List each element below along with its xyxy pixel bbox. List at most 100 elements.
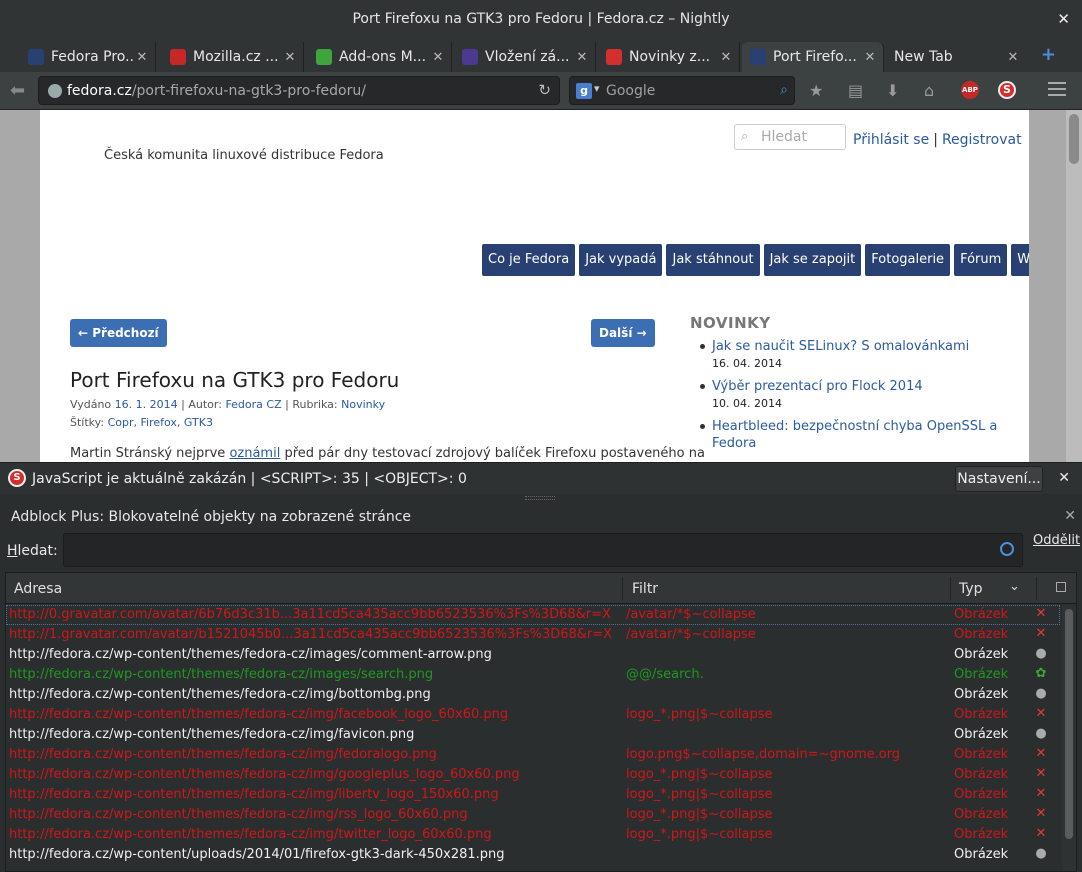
tab-novinky[interactable]: Novinky z... ✕: [598, 42, 740, 72]
tab-close-icon[interactable]: ✕: [1006, 50, 1020, 65]
table-row[interactable]: http://fedora.cz/wp-content/themes/fedor…: [6, 825, 1060, 845]
table-row[interactable]: http://fedora.cz/wp-content/themes/fedor…: [6, 785, 1060, 805]
close-icon[interactable]: ✕: [1064, 508, 1076, 524]
table-row[interactable]: http://fedora.cz/wp-content/themes/fedor…: [6, 725, 1060, 745]
row-type: Obrázek: [954, 847, 1009, 862]
tab-close-icon[interactable]: ✕: [283, 50, 297, 65]
scrollbar-thumb[interactable]: [1065, 609, 1073, 839]
register-link[interactable]: Registrovat: [942, 132, 1022, 148]
reload-icon[interactable]: ↻: [538, 81, 551, 99]
bookmark-star-icon[interactable]: ★: [809, 81, 823, 100]
table-row[interactable]: http://fedora.cz/wp-content/themes/fedor…: [6, 685, 1060, 705]
tab-fedora-pro[interactable]: Fedora Pro... ✕: [20, 42, 156, 72]
menu-item-jak-stahnout[interactable]: Jak stáhnout: [666, 244, 760, 276]
table-row[interactable]: http://fedora.cz/wp-content/themes/fedor…: [6, 745, 1060, 765]
news-title-link[interactable]: Heartbleed: bezpečnostní chyba OpenSSL a…: [712, 418, 1000, 452]
column-picker-icon[interactable]: [1056, 582, 1066, 592]
page-scrollbar[interactable]: [1066, 110, 1082, 462]
chevron-down-icon[interactable]: ⌄: [1009, 579, 1020, 594]
table-row[interactable]: http://1.gravatar.com/avatar/b1521045b0.…: [6, 625, 1060, 645]
detach-link[interactable]: Oddělit: [1033, 533, 1080, 548]
menu-item-co-je-fedora[interactable]: Co je Fedora: [482, 244, 576, 276]
menu-item-jak-vypada[interactable]: Jak vypadá: [579, 244, 663, 276]
table-row[interactable]: http://fedora.cz/wp-content/themes/fedor…: [6, 705, 1060, 725]
url-bar[interactable]: fedora.cz/port-firefoxu-na-gtk3-pro-fedo…: [38, 76, 560, 105]
download-arrow-icon[interactable]: ⬇: [886, 81, 899, 100]
column-divider[interactable]: [622, 577, 623, 600]
tab-port-firefoxu[interactable]: Port Firefo... ✕: [742, 42, 884, 72]
menu-item-forum[interactable]: Fórum: [954, 244, 1008, 276]
tag-link[interactable]: Copr: [108, 416, 134, 429]
news-title-link[interactable]: Jak se naučit SELinux? S omalovánkami: [712, 338, 1000, 355]
resize-grip[interactable]: [525, 496, 555, 500]
adblock-search-input[interactable]: [72, 541, 972, 561]
column-divider[interactable]: [1036, 577, 1037, 600]
row-filter: logo_*.png|$~collapse: [626, 787, 773, 802]
search-icon[interactable]: ⌕: [780, 82, 788, 98]
window-close-button[interactable]: ✕: [1057, 10, 1070, 28]
tab-close-icon[interactable]: ✕: [431, 50, 445, 65]
window-title: Port Firefoxu na GTK3 pro Fedoru | Fedor…: [352, 11, 730, 27]
search-icon[interactable]: [1000, 542, 1014, 556]
previous-post-button[interactable]: ← Předchozí: [70, 319, 167, 347]
tab-close-icon[interactable]: ✕: [719, 50, 733, 65]
adblock-plus-icon[interactable]: ABP: [961, 81, 979, 99]
login-link[interactable]: Přihlásit se: [853, 132, 929, 148]
tag-link[interactable]: GTK3: [184, 416, 213, 429]
body-link[interactable]: oznámil: [229, 446, 280, 461]
home-icon[interactable]: ⌂: [924, 81, 934, 100]
column-header-address[interactable]: Adresa: [14, 581, 62, 597]
row-address: http://fedora.cz/wp-content/themes/fedor…: [9, 687, 431, 702]
hamburger-menu-icon[interactable]: [1048, 82, 1066, 96]
meta-author-link[interactable]: Fedora CZ: [225, 398, 281, 411]
column-header-filter[interactable]: Filtr: [632, 581, 658, 597]
site-search-input[interactable]: [761, 128, 841, 146]
news-title-link[interactable]: Výběr prezentací pro Flock 2014: [712, 378, 1000, 395]
table-row[interactable]: http://fedora.cz/wp-content/themes/fedor…: [6, 665, 1060, 685]
clipboard-icon[interactable]: ▤: [848, 81, 863, 100]
adblock-search-field[interactable]: [63, 533, 1023, 567]
table-row[interactable]: http://0.gravatar.com/avatar/6b76d3c31b.…: [6, 605, 1060, 625]
tab-close-icon[interactable]: ✕: [575, 50, 589, 65]
editor-icon: [462, 49, 478, 65]
table-row[interactable]: http://fedora.cz/wp-content/themes/fedor…: [6, 805, 1060, 825]
search-bar[interactable]: g ▾ ⌕: [569, 76, 795, 105]
meta-category-link[interactable]: Novinky: [341, 398, 385, 411]
noscript-icon[interactable]: S: [998, 81, 1016, 99]
new-tab-button[interactable]: +: [1041, 44, 1056, 65]
site-search[interactable]: ⌕: [734, 124, 846, 150]
table-scrollbar[interactable]: [1062, 605, 1076, 871]
tag-link[interactable]: Firefox: [140, 416, 176, 429]
tab-addons[interactable]: Add-ons M... ✕: [308, 42, 452, 72]
menu-item-wiki[interactable]: Wiki: [1011, 244, 1029, 276]
tab-new-tab[interactable]: New Tab ✕: [886, 42, 1026, 72]
close-icon[interactable]: ✕: [1058, 470, 1070, 486]
column-divider[interactable]: [950, 577, 951, 600]
scrollbar-thumb[interactable]: [1069, 114, 1079, 164]
google-icon[interactable]: g: [576, 83, 592, 99]
back-arrow-icon[interactable]: ⬅: [10, 80, 25, 101]
menu-item-jak-se-zapojit[interactable]: Jak se zapojit: [763, 244, 862, 276]
search-input[interactable]: [606, 81, 766, 101]
tab-vlozeni[interactable]: Vložení zá... ✕: [454, 42, 596, 72]
row-filter: @@/search.: [626, 667, 704, 682]
blocked-x-icon: ✕: [1035, 746, 1047, 761]
list-item: Jak se naučit SELinux? S omalovánkami 16…: [700, 338, 1000, 370]
tab-mozilla-cz[interactable]: Mozilla.cz ... ✕: [162, 42, 304, 72]
tab-label: New Tab: [894, 49, 953, 65]
noscript-settings-button[interactable]: Nastavení...: [955, 466, 1043, 492]
chevron-down-icon[interactable]: ▾: [594, 82, 600, 95]
meta-date-link[interactable]: 16. 1. 2014: [115, 398, 178, 411]
tab-close-icon[interactable]: ✕: [135, 50, 149, 65]
news-list: Jak se naučit SELinux? S omalovánkami 16…: [700, 338, 1000, 460]
table-row[interactable]: http://fedora.cz/wp-content/uploads/2014…: [6, 845, 1060, 865]
table-row[interactable]: http://fedora.cz/wp-content/themes/fedor…: [6, 645, 1060, 665]
novinky-icon: [606, 49, 622, 65]
tab-close-icon[interactable]: ✕: [863, 50, 877, 65]
post-body: Martin Stránský nejprve oznámil před pár…: [70, 446, 705, 461]
column-header-type[interactable]: Typ: [959, 581, 983, 597]
menu-item-fotogalerie[interactable]: Fotogalerie: [865, 244, 951, 276]
row-address: http://fedora.cz/wp-content/themes/fedor…: [9, 647, 492, 662]
table-row[interactable]: http://fedora.cz/wp-content/themes/fedor…: [6, 765, 1060, 785]
next-post-button[interactable]: Další →: [591, 319, 655, 347]
